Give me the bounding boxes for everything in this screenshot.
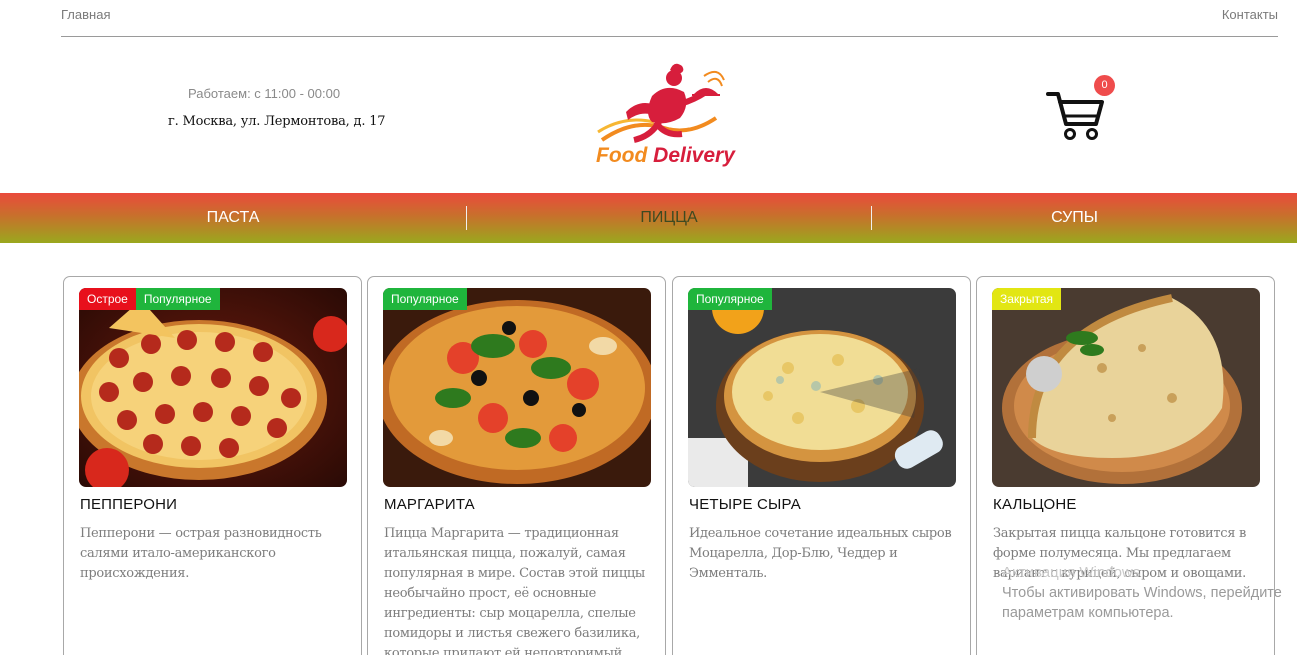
product-title[interactable]: ЧЕТЫРЕ СЫРА — [689, 496, 801, 513]
nav-item-soups[interactable]: СУПЫ — [872, 193, 1277, 243]
badge-spicy: Острое — [79, 288, 136, 310]
product-title[interactable]: МАРГАРИТА — [384, 496, 475, 513]
top-bar: Главная Контакты — [61, 0, 1278, 37]
windows-activation-watermark: Активация Windows Чтобы активировать Win… — [1002, 563, 1282, 623]
nav-link-contacts[interactable]: Контакты — [1222, 7, 1278, 22]
badge-list: Острое Популярное — [79, 288, 220, 310]
cart-icon — [1046, 92, 1104, 140]
nav-item-pizza[interactable]: ПИЦЦА — [467, 193, 871, 243]
product-card-pepperoni[interactable]: Острое Популярное ПЕППЕРОНИ Пепперони — … — [63, 276, 362, 655]
badge-popular: Популярное — [383, 288, 467, 310]
badge-list: Популярное — [688, 288, 772, 310]
watermark-title: Активация Windows — [1002, 564, 1141, 581]
product-card-margherita[interactable]: Популярное МАРГАРИТА Пицца Маргарита — т… — [367, 276, 666, 655]
product-image-calzone[interactable]: Закрытая — [992, 288, 1260, 487]
badge-popular: Популярное — [135, 288, 220, 310]
logo-text: Food Delivery — [596, 144, 735, 168]
nav-item-pasta[interactable]: ПАСТА — [0, 193, 466, 243]
product-image-margherita[interactable]: Популярное — [383, 288, 651, 487]
cart-button[interactable] — [1046, 88, 1106, 144]
badge-closed: Закрытая — [992, 288, 1062, 310]
badge-list: Популярное — [383, 288, 467, 310]
product-title[interactable]: ПЕППЕРОНИ — [80, 496, 177, 513]
product-image-pepperoni[interactable]: Острое Популярное — [79, 288, 347, 487]
address: г. Москва, ул. Лермонтова, д. 17 — [168, 114, 386, 129]
working-hours: Работаем: с 11:00 - 00:00 — [188, 86, 341, 101]
cart-count-badge: 0 — [1094, 75, 1115, 96]
logo-word-food: Food — [596, 144, 648, 167]
product-title[interactable]: КАЛЬЦОНЕ — [993, 496, 1077, 513]
badge-popular: Популярное — [688, 288, 772, 310]
logo-word-delivery: Delivery — [653, 144, 735, 167]
delivery-chef-icon — [597, 63, 725, 143]
product-description: Пицца Маргарита — традиционная итальянск… — [384, 526, 645, 655]
category-nav: ПАСТА ПИЦЦА СУПЫ — [0, 193, 1297, 243]
nav-link-home[interactable]: Главная — [61, 7, 110, 22]
product-description: Идеальное сочетание идеальных сыров Моца… — [689, 526, 952, 581]
product-image-four-cheese[interactable]: Популярное — [688, 288, 956, 487]
watermark-line: параметрам компьютера. — [1002, 605, 1174, 621]
watermark-line: Чтобы активировать Windows, перейдите — [1002, 585, 1282, 601]
product-card-four-cheese[interactable]: Популярное ЧЕТЫРЕ СЫРА Идеальное сочетан… — [672, 276, 971, 655]
badge-list: Закрытая — [992, 288, 1062, 310]
logo[interactable]: Food Delivery — [594, 60, 754, 175]
product-description: Пепперони — острая разновидность салями … — [80, 526, 322, 581]
